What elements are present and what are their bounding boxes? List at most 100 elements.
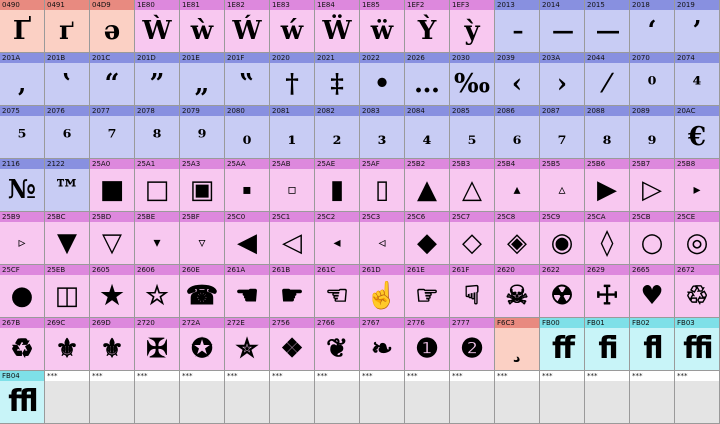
glyph-sample: ▵ [558,182,566,198]
glyph-sample: □ [144,175,170,205]
glyph-cell: 20AC € [675,106,720,159]
glyph-sample: ♲ [685,281,709,311]
glyph-cell: 25C6 ◆ [405,212,450,265]
glyph-sample: ỳ [464,16,480,46]
glyph-sample: Ґ [12,16,32,46]
glyph-codepoint: 2089 [630,106,674,116]
glyph-codepoint: *** [135,371,179,381]
glyph-cell: 261A ☚ [225,265,270,318]
glyph-codepoint: 2087 [540,106,584,116]
glyph-codepoint: *** [270,371,314,381]
glyph-codepoint: 261A [225,265,269,275]
glyph-codepoint: 25C8 [495,212,539,222]
glyph-sample [135,381,179,423]
glyph-codepoint: 269C [45,318,89,328]
glyph-sample [90,381,134,423]
glyph-sample: ▪ [242,182,252,198]
glyph-sample [225,381,269,423]
glyph-codepoint: 2077 [90,106,134,116]
glyph-codepoint: 2019 [675,0,719,10]
glyph-codepoint: 25C3 [360,212,404,222]
glyph-codepoint: 2074 [675,53,719,63]
glyph-sample: ⁰ [647,72,657,96]
glyph-sample: ★ [100,281,124,311]
glyph-cell: FB00 ff [540,318,585,371]
glyph-cell: 1E84 Ẅ [315,0,360,53]
glyph-cell: 25B6 ▶ [585,159,630,212]
glyph-sample: ⁸ [152,125,162,149]
glyph-codepoint: 25B5 [540,159,584,169]
glyph-codepoint: *** [225,371,269,381]
glyph-codepoint: 201C [90,53,134,63]
glyph-codepoint: 25B3 [450,159,494,169]
glyph-cell: 2080 ₀ [225,106,270,159]
glyph-cell: 0490 Ґ [0,0,45,53]
glyph-codepoint: 1E84 [315,0,359,10]
empty-glyph-cell: *** [45,371,90,424]
glyph-cell: 25BE ▾ [135,212,180,265]
glyph-codepoint: 2720 [135,318,179,328]
glyph-sample: ☟ [464,281,480,311]
glyph-cell: 2014 — [540,0,585,53]
glyph-sample: ⁵ [17,125,27,149]
glyph-cell: 2086 ₆ [495,106,540,159]
glyph-cell: 25C1 ◁ [270,212,315,265]
glyph-sample: ‘ [647,16,657,46]
glyph-codepoint: *** [450,371,494,381]
glyph-codepoint: 2086 [495,106,539,116]
glyph-codepoint: 2018 [630,0,674,10]
glyph-sample: ffl [8,384,38,419]
glyph-sample: ▴ [513,182,521,198]
glyph-cell: 2665 ♥ [630,265,675,318]
glyph-cell: 2776 ❶ [405,318,450,371]
glyph-sample: ⁴ [692,72,702,96]
glyph-codepoint: 267B [0,318,44,328]
glyph-sample: ◃ [378,235,386,251]
glyph-cell: 2044 ⁄ [585,53,630,106]
glyph-sample: ⁄ [604,69,610,99]
glyph-codepoint: 261D [360,265,404,275]
glyph-sample: ™ [54,175,80,205]
glyph-codepoint: *** [585,371,629,381]
glyph-sample: € [687,122,707,152]
glyph-codepoint: 1E82 [225,0,269,10]
glyph-codepoint: 2672 [675,265,719,275]
glyph-cell: 1E82 Ẃ [225,0,270,53]
glyph-codepoint: 04D9 [90,0,134,10]
glyph-cell: 272E ✮ [225,318,270,371]
glyph-sample: ▮ [329,175,345,205]
glyph-codepoint: 1E80 [135,0,179,10]
glyph-cell: 2622 ☢ [540,265,585,318]
glyph-sample: ▲ [417,175,437,205]
glyph-codepoint: *** [540,371,584,381]
glyph-codepoint: 25BD [90,212,134,222]
glyph-cell: 201E „ [180,53,225,106]
glyph-cell: 25BD ▽ [90,212,135,265]
glyph-cell: 2767 ❧ [360,318,405,371]
glyph-codepoint: 25C0 [225,212,269,222]
empty-glyph-cell: *** [405,371,450,424]
glyph-sample: ₇ [557,125,567,149]
glyph-codepoint: *** [45,371,89,381]
glyph-cell: 261D ☝ [360,265,405,318]
empty-glyph-cell: *** [180,371,225,424]
glyph-cell: 25CF ● [0,265,45,318]
glyph-codepoint: 2620 [495,265,539,275]
glyph-sample: △ [462,175,482,205]
glyph-cell: 2085 ₅ [450,106,495,159]
glyph-cell: 2606 ☆ [135,265,180,318]
glyph-codepoint: 25EB [45,265,89,275]
glyph-cell: 2084 ₄ [405,106,450,159]
glyph-sample: ẁ [190,16,214,46]
glyph-sample [630,381,674,423]
glyph-cell: 2074 ⁴ [675,53,720,106]
glyph-sample: ◀ [237,228,257,258]
glyph-sample: ◎ [685,228,709,258]
glyph-cell: 2777 ❷ [450,318,495,371]
glyph-cell: 25C7 ◇ [450,212,495,265]
glyph-sample: † [285,69,299,99]
glyph-sample: ▯ [374,175,390,205]
glyph-codepoint: 269D [90,318,134,328]
glyph-codepoint: 2088 [585,106,629,116]
glyph-codepoint: *** [315,371,359,381]
